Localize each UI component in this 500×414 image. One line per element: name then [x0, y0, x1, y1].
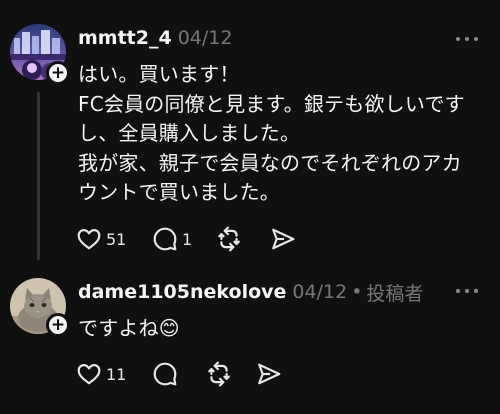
post-text: ですよね😊: [78, 316, 180, 340]
share-button[interactable]: [270, 224, 296, 254]
like-count: 11: [106, 364, 127, 384]
post-date: 04/12: [177, 27, 233, 49]
post-header: mmtt2_4 04/12: [78, 25, 232, 51]
action-bar: 51 1: [76, 224, 296, 254]
send-icon: [270, 226, 296, 252]
comment-icon: [152, 361, 178, 387]
thread-post: + dame1105nekolove 04/12 • 投稿者 ですよね😊 11: [0, 262, 500, 414]
separator-dot: •: [351, 281, 363, 303]
more-horizontal-icon[interactable]: [456, 286, 478, 296]
repost-button[interactable]: [206, 359, 256, 389]
reply-button[interactable]: [152, 359, 206, 389]
post-text: はい。買います！ FC会員の同僚と見ます。銀テも欲しいです し、全員購入しました…: [78, 62, 465, 204]
share-button[interactable]: [256, 359, 282, 389]
username[interactable]: mmtt2_4: [78, 27, 172, 49]
reply-button[interactable]: 1: [152, 224, 216, 254]
repost-icon: [216, 226, 242, 252]
username[interactable]: dame1105nekolove: [78, 281, 286, 303]
heart-icon: [76, 361, 102, 387]
follow-plus-icon[interactable]: +: [46, 61, 70, 85]
thread-line: [37, 92, 40, 260]
action-bar: 11: [76, 359, 282, 389]
more-horizontal-icon[interactable]: [456, 34, 478, 44]
like-count: 51: [106, 229, 127, 249]
reply-count: 1: [182, 229, 193, 249]
repost-button[interactable]: [216, 224, 270, 254]
heart-icon: [76, 226, 102, 252]
like-button[interactable]: 51: [76, 224, 152, 254]
author-tag: 投稿者: [366, 282, 424, 305]
send-icon: [256, 361, 282, 387]
post-date: 04/12: [292, 281, 348, 303]
post-header: dame1105nekolove 04/12 • 投稿者: [78, 279, 423, 305]
repost-icon: [206, 361, 232, 387]
comment-icon: [152, 226, 178, 252]
thread-post: + mmtt2_4 04/12 はい。買います！ FC会員の同僚と見ます。銀テも…: [0, 0, 500, 262]
like-button[interactable]: 11: [76, 359, 152, 389]
follow-plus-icon[interactable]: +: [46, 313, 70, 337]
